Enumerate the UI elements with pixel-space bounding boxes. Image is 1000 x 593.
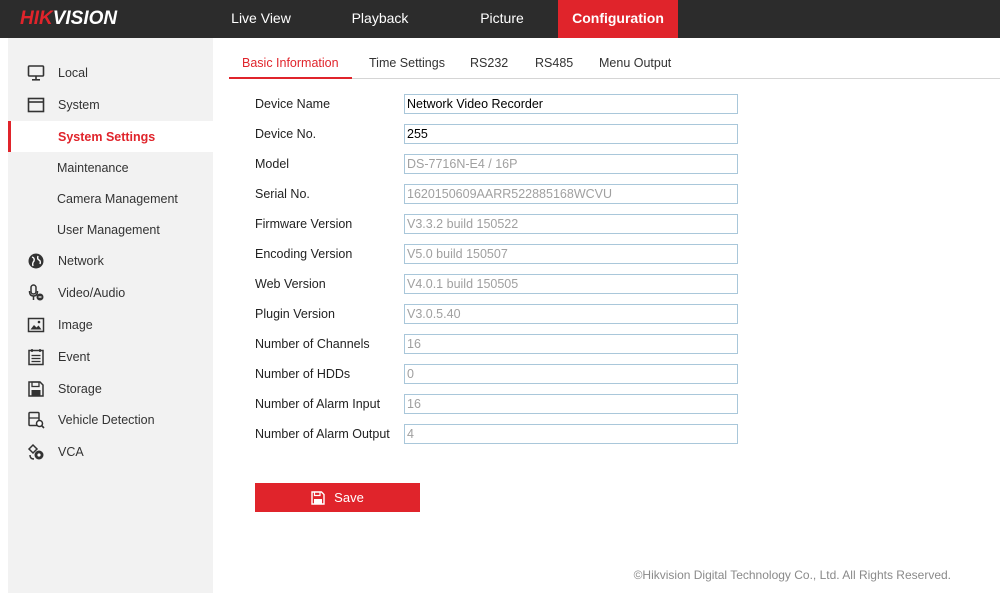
vca-icon xyxy=(26,442,46,462)
sidebar-item-label: Event xyxy=(58,349,90,364)
number-of-channels-label: Number of Channels xyxy=(255,337,370,351)
tab-basic-information[interactable]: Basic Information xyxy=(229,48,352,79)
sidebar-item-network[interactable]: Network xyxy=(8,245,213,276)
firmware-version-label: Firmware Version xyxy=(255,217,353,231)
device-no-field[interactable] xyxy=(404,124,738,144)
sidebar-item-image[interactable]: Image xyxy=(8,309,213,340)
sidebar-item-label: Local xyxy=(58,65,88,80)
sidebar-item-label: Camera Management xyxy=(57,191,178,206)
sidebar-item-user-management[interactable]: User Management xyxy=(8,214,213,245)
plugin-version-label: Plugin Version xyxy=(255,307,335,321)
top-bar: HIKVISION Live View Playback Picture Con… xyxy=(0,0,1000,38)
sidebar-item-label: System xyxy=(58,97,100,112)
nav-playback[interactable]: Playback xyxy=(314,0,446,38)
microphone-icon xyxy=(26,283,46,303)
model-field[interactable] xyxy=(404,154,738,174)
number-of-hdds-label: Number of HDDs xyxy=(255,367,351,381)
sidebar-item-event[interactable]: Event xyxy=(8,341,213,372)
sidebar-item-label: Storage xyxy=(58,381,102,396)
tab-rs485[interactable]: RS485 xyxy=(535,48,573,79)
main-nav: Live View Playback Picture Configuration xyxy=(208,0,678,38)
globe-icon xyxy=(26,251,46,271)
sidebar-item-camera-management[interactable]: Camera Management xyxy=(8,183,213,214)
sidebar-item-system-settings[interactable]: System Settings xyxy=(8,121,213,152)
sidebar-item-label: Network xyxy=(58,253,104,268)
sidebar-item-label: Vehicle Detection xyxy=(58,412,155,427)
window-icon xyxy=(26,95,46,115)
sidebar-item-label: System Settings xyxy=(58,129,156,144)
tab-time-settings[interactable]: Time Settings xyxy=(369,48,445,79)
number-of-alarm-input-label: Number of Alarm Input xyxy=(255,397,381,411)
nav-picture[interactable]: Picture xyxy=(446,0,558,38)
device-name-label: Device Name xyxy=(255,97,331,111)
logo-part-hik: HIK xyxy=(20,8,53,29)
floppy-disk-icon xyxy=(26,379,46,399)
sidebar-item-label: Video/Audio xyxy=(58,285,126,300)
monitor-icon xyxy=(26,63,46,83)
sidebar-item-label: User Management xyxy=(57,222,160,237)
nav-live-view[interactable]: Live View xyxy=(208,0,314,38)
number-of-alarm-input-field[interactable] xyxy=(404,394,738,414)
sidebar-item-storage[interactable]: Storage xyxy=(8,373,213,404)
tab-rs232[interactable]: RS232 xyxy=(470,48,508,79)
sidebar-item-label: Maintenance xyxy=(57,160,129,175)
copyright-footer: ©Hikvision Digital Technology Co., Ltd. … xyxy=(633,568,951,582)
device-no-label: Device No. xyxy=(255,127,317,141)
firmware-version-field[interactable] xyxy=(404,214,738,234)
encoding-version-field[interactable] xyxy=(404,244,738,264)
save-button-label: Save xyxy=(334,490,364,505)
device-name-field[interactable] xyxy=(404,94,738,114)
tab-menu-output[interactable]: Menu Output xyxy=(599,48,671,79)
floppy-disk-icon xyxy=(311,490,325,505)
sidebar-item-video-audio[interactable]: Video/Audio xyxy=(8,277,213,308)
number-of-alarm-output-label: Number of Alarm Output xyxy=(255,427,390,441)
number-of-channels-field[interactable] xyxy=(404,334,738,354)
sidebar-item-label: VCA xyxy=(58,444,84,459)
sidebar-item-vca[interactable]: VCA xyxy=(8,436,213,467)
sidebar-item-maintenance[interactable]: Maintenance xyxy=(8,152,213,183)
plugin-version-field[interactable] xyxy=(404,304,738,324)
number-of-hdds-field[interactable] xyxy=(404,364,738,384)
sidebar-item-label: Image xyxy=(58,317,93,332)
serial-no-field[interactable] xyxy=(404,184,738,204)
web-version-label: Web Version xyxy=(255,277,326,291)
hikvision-logo: HIKVISION xyxy=(20,8,117,30)
web-version-field[interactable] xyxy=(404,274,738,294)
vehicle-icon xyxy=(26,410,46,430)
serial-no-label: Serial No. xyxy=(255,187,310,201)
model-label: Model xyxy=(255,157,290,171)
image-icon xyxy=(26,315,46,335)
nav-configuration[interactable]: Configuration xyxy=(558,0,678,38)
sidebar: Local System System Settings Maintenance… xyxy=(8,38,213,593)
event-list-icon xyxy=(26,347,46,367)
logo-part-vision: VISION xyxy=(52,8,118,29)
sidebar-item-vehicle-detection[interactable]: Vehicle Detection xyxy=(8,404,213,435)
sidebar-item-local[interactable]: Local xyxy=(8,57,213,88)
number-of-alarm-output-field[interactable] xyxy=(404,424,738,444)
config-tabs: Basic Information Time Settings RS232 RS… xyxy=(229,48,1000,79)
sidebar-item-system[interactable]: System xyxy=(8,89,213,120)
save-button[interactable]: Save xyxy=(255,483,420,512)
encoding-version-label: Encoding Version xyxy=(255,247,353,261)
